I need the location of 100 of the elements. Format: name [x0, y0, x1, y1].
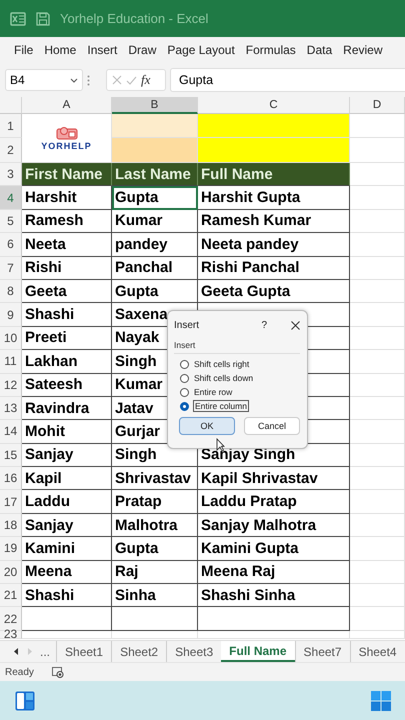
formula-field[interactable]: Gupta [170, 68, 405, 92]
table-cell: Ramesh [22, 210, 112, 234]
more-sheets[interactable]: ... [40, 644, 50, 658]
radio-button[interactable] [180, 360, 189, 368]
empty-cell [350, 280, 405, 304]
help-button[interactable]: ? [261, 320, 267, 330]
row-header[interactable]: 12 [0, 374, 22, 397]
logo-text: YORHELP [41, 140, 92, 150]
window-title: Yorhelp Education - Excel [60, 11, 208, 26]
row-header[interactable]: 1 [0, 114, 22, 138]
table-cell: Harshit Gupta [198, 186, 350, 210]
excel-icon[interactable] [10, 12, 26, 26]
table-cell: Harshit [22, 186, 112, 210]
widgets-icon[interactable] [15, 691, 35, 711]
radio-button[interactable] [180, 374, 189, 382]
column-header[interactable]: D [350, 97, 405, 114]
table-cell: Geeta [22, 280, 112, 304]
menu-tab[interactable]: File [14, 43, 34, 57]
empty-cell [350, 326, 405, 350]
row-header[interactable]: 9 [0, 303, 22, 327]
row-header[interactable]: 11 [0, 350, 22, 374]
row-header[interactable]: 2 [0, 138, 22, 163]
column-header[interactable]: A [22, 97, 112, 114]
row-header[interactable]: 5 [0, 210, 22, 234]
column-header[interactable]: C [198, 97, 350, 114]
insert-function-button[interactable]: fx [141, 72, 150, 88]
empty-cell [350, 584, 405, 608]
close-icon[interactable] [291, 320, 300, 330]
dialog-button[interactable]: OK [179, 417, 235, 435]
table-cell: Neeta [22, 233, 112, 257]
table-cell: Sanjay [22, 444, 112, 468]
column-heading: Full Name [198, 163, 350, 186]
empty-cell [350, 256, 405, 280]
logo-figure-icon [54, 126, 78, 140]
menu-tab[interactable]: Insert [87, 43, 118, 57]
dialog-button[interactable]: Cancel [244, 417, 300, 435]
menu-tab[interactable]: Review [343, 43, 383, 57]
row-header[interactable]: 15 [0, 444, 22, 468]
scroll-left-icon[interactable] [14, 648, 19, 655]
table-cell: Gupta [112, 537, 198, 561]
empty-cell [350, 350, 405, 374]
empty-cell [350, 210, 405, 234]
menu-tab[interactable]: Draw [128, 43, 156, 57]
menu-tab[interactable]: Data [306, 43, 332, 57]
row-header[interactable]: 8 [0, 280, 22, 304]
column-heading: First Name [22, 163, 112, 186]
row-header[interactable]: 3 [0, 163, 22, 186]
table-cell: Shrivastav [112, 467, 198, 490]
table-cell: Pratap [112, 490, 198, 514]
save-icon[interactable] [36, 12, 50, 26]
row-header[interactable]: 10 [0, 326, 22, 350]
check-icon[interactable] [126, 76, 137, 84]
table-cell: Panchal [112, 256, 198, 280]
row-header[interactable]: 4 [0, 186, 22, 210]
empty-cell [350, 396, 405, 420]
table-cell: Meena Raj [198, 560, 350, 584]
row-header[interactable]: 22 [0, 607, 22, 631]
macro-record-icon[interactable] [52, 666, 64, 678]
row-header[interactable]: 7 [0, 256, 22, 280]
row-header[interactable]: 16 [0, 467, 22, 490]
table-cell: Malhotra [112, 514, 198, 538]
table-cell: Sinha [112, 584, 198, 608]
table-cell: Sanjay [22, 514, 112, 538]
menu-tab[interactable]: Home [44, 43, 76, 57]
table-cell: Rishi Panchal [198, 256, 350, 280]
table-cell: Kapil Shrivastav [198, 467, 350, 490]
row-header[interactable]: 6 [0, 233, 22, 257]
empty-cell [350, 467, 405, 490]
empty-cell [350, 607, 405, 631]
more-icon[interactable] [87, 74, 90, 86]
row-header[interactable]: 20 [0, 560, 22, 584]
empty-cell [350, 560, 405, 584]
empty-cell [350, 444, 405, 468]
table-cell: Kapil [22, 467, 112, 490]
menu-tab[interactable]: Formulas [246, 43, 296, 57]
radio-button[interactable] [180, 402, 189, 410]
chevron-down-icon [70, 78, 78, 82]
table-cell: Rishi [22, 256, 112, 280]
name-box[interactable]: B4 [5, 69, 83, 91]
windows-start-icon[interactable] [371, 691, 391, 711]
menu-tab[interactable]: Page Layout [167, 43, 235, 57]
row-header[interactable]: 13 [0, 396, 22, 420]
group-label: Insert [174, 340, 300, 354]
table-cell: Shashi Sinha [198, 584, 350, 608]
row-header[interactable]: 21 [0, 584, 22, 608]
row-header[interactable]: 14 [0, 420, 22, 444]
sheet-tab[interactable]: Full Name [221, 641, 295, 662]
table-cell: Mohit [22, 420, 112, 444]
empty-cell [350, 490, 405, 514]
radio-button[interactable] [180, 388, 189, 396]
row-header[interactable]: 18 [0, 514, 22, 538]
row-header[interactable]: 17 [0, 490, 22, 514]
row-header[interactable]: 19 [0, 537, 22, 561]
table-cell: Preeti [22, 326, 112, 350]
status-text: Ready [5, 666, 34, 678]
row-header[interactable]: 23 [0, 630, 22, 639]
table-cell: Neeta pandey [198, 233, 350, 257]
column-header[interactable]: B [112, 97, 198, 114]
table-cell: Sateesh [22, 374, 112, 397]
table-cell: pandey [112, 233, 198, 257]
